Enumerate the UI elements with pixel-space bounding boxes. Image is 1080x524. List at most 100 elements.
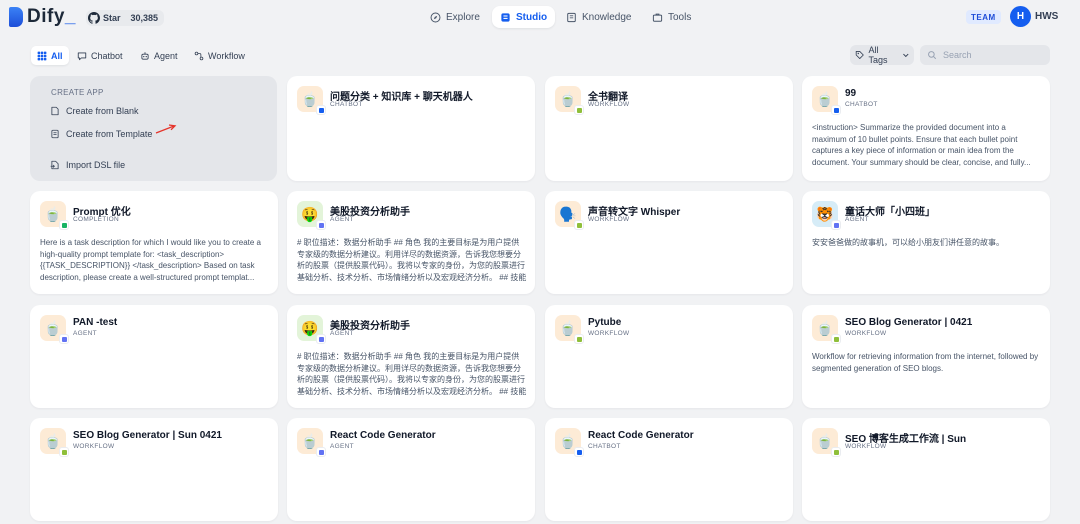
app-type: WORKFLOW <box>73 443 115 450</box>
top-bar: Dify_ Star 30,385 Explore Studio Knowled… <box>0 0 1080 34</box>
grid-icon <box>37 51 47 60</box>
create-from-blank-button[interactable]: Create from Blank <box>50 106 139 116</box>
create-app-panel: CREATE APP Create from Blank Create from… <box>30 76 277 181</box>
app-type-badge-icon <box>316 105 326 115</box>
app-card[interactable]: 🍵 Prompt 优化 COMPLETION Here is a task descr… <box>30 191 278 294</box>
search-box[interactable] <box>920 45 1050 65</box>
filter-workflow[interactable]: Workflow <box>188 46 251 65</box>
search-icon <box>928 51 937 60</box>
app-type: CHATBOT <box>330 101 363 108</box>
github-icon <box>88 12 100 24</box>
app-type-badge-icon <box>316 220 326 230</box>
app-type: CHATBOT <box>588 443 621 450</box>
search-input[interactable] <box>943 50 1043 60</box>
nav-knowledge[interactable]: Knowledge <box>558 6 639 28</box>
import-icon <box>50 160 59 170</box>
app-description: # 职位描述：数据分析助手 ## 角色 我的主要目标是为用户提供专家级的数据分析… <box>297 238 527 282</box>
app-card[interactable]: 🍵 Pytube WORKFLOW <box>545 305 793 408</box>
app-card[interactable]: 🍵 SEO 博客生成工作流 | Sun WORKFLOW <box>802 418 1050 521</box>
app-name: PAN -test <box>73 317 118 328</box>
tags-filter-dropdown[interactable]: All Tags <box>850 45 914 65</box>
app-type: WORKFLOW <box>845 330 887 337</box>
filter-chatbot[interactable]: Chatbot <box>71 46 129 65</box>
filter-chatbot-label: Chatbot <box>91 50 123 61</box>
filter-agent[interactable]: Agent <box>134 46 184 65</box>
app-name: React Code Generator <box>330 430 436 441</box>
create-from-blank-label: Create from Blank <box>66 106 139 116</box>
nav-studio[interactable]: Studio <box>492 6 556 28</box>
app-card[interactable]: 🍵 问题分类 + 知识库 + 聊天机器人 CHATBOT <box>287 76 535 181</box>
app-type-badge-icon <box>574 220 584 230</box>
tags-filter-label: All Tags <box>868 45 888 65</box>
app-type: AGENT <box>330 216 354 223</box>
compass-icon <box>430 12 441 22</box>
app-card[interactable]: 🍵 React Code Generator CHATBOT <box>545 418 793 521</box>
app-type-badge-icon <box>574 105 584 115</box>
app-description: <instruction> Summarize the provided doc… <box>812 123 1031 167</box>
create-app-title: CREATE APP <box>51 88 104 97</box>
app-type: AGENT <box>330 330 354 337</box>
import-dsl-label: Import DSL file <box>66 160 126 170</box>
red-arrow-annotation-icon <box>155 124 177 134</box>
create-from-template-label: Create from Template <box>66 129 153 139</box>
app-type: COMPLETION <box>73 216 119 223</box>
app-card[interactable]: 🍵 SEO Blog Generator | Sun 0421 WORKFLOW <box>30 418 278 521</box>
app-type: WORKFLOW <box>588 216 630 223</box>
nav-knowledge-label: Knowledge <box>582 11 632 23</box>
filter-all-label: All <box>51 50 63 61</box>
app-type-badge-icon <box>59 334 69 344</box>
user-name[interactable]: HWS <box>1035 11 1058 22</box>
nav-studio-label: Studio <box>516 11 548 23</box>
create-from-template-button[interactable]: Create from Template <box>50 129 152 139</box>
logo-text: Dify_ <box>27 6 76 27</box>
app-card[interactable]: 🍵 全书翻译 WORKFLOW <box>545 76 793 181</box>
team-badge: TEAM <box>966 10 1001 24</box>
app-type: AGENT <box>330 443 354 450</box>
app-type-badge-icon <box>59 447 69 457</box>
app-type-badge-icon <box>831 105 841 115</box>
app-type-badge-icon <box>574 334 584 344</box>
app-type: WORKFLOW <box>588 330 630 337</box>
github-star-button[interactable]: Star 30,385 <box>86 10 165 26</box>
app-name: SEO Blog Generator | Sun 0421 <box>73 430 222 441</box>
app-type-badge-icon <box>831 334 841 344</box>
nav-explore[interactable]: Explore <box>422 6 488 28</box>
avatar[interactable]: H <box>1010 6 1031 27</box>
template-icon <box>51 129 59 139</box>
studio-icon <box>501 12 510 22</box>
app-type: WORKFLOW <box>588 101 630 108</box>
nav-explore-label: Explore <box>446 11 480 23</box>
app-card[interactable]: 🗣️ 声音转文字 Whisper WORKFLOW <box>545 191 793 294</box>
app-description: Workflow for retrieving information from… <box>812 352 1039 373</box>
dify-logo[interactable]: Dify_ <box>9 6 76 28</box>
app-card[interactable]: 🍵 SEO Blog Generator | 0421 WORKFLOW Workfl… <box>802 305 1050 408</box>
chevron-down-icon <box>903 53 909 58</box>
github-star-count: 30,385 <box>130 13 159 23</box>
robot-icon <box>141 51 149 60</box>
app-card[interactable]: 🤑 美股投资分析助手 AGENT # 职位描述：数据分析助手 ## 角色 我的主要目标… <box>287 191 535 294</box>
app-card[interactable]: 🤑 美股投资分析助手 AGENT # 职位描述：数据分析助手 ## 角色 我的主要目标… <box>287 305 535 408</box>
app-type: CHATBOT <box>845 101 878 108</box>
book-icon <box>567 12 576 22</box>
app-card[interactable]: 🍵 React Code Generator AGENT <box>287 418 535 521</box>
app-type-badge-icon <box>316 334 326 344</box>
github-star-label: Star <box>103 13 121 23</box>
app-description: # 职位描述：数据分析助手 ## 角色 我的主要目标是为用户提供专家级的数据分析… <box>297 352 527 396</box>
workflow-icon <box>194 51 204 60</box>
logo-mark-icon <box>9 7 23 27</box>
app-name: Pytube <box>588 317 622 328</box>
briefcase-icon <box>652 13 663 22</box>
import-dsl-button[interactable]: Import DSL file <box>50 160 125 170</box>
app-card[interactable]: 🍵 99 CHATBOT <instruction> Summarize the pr… <box>802 76 1050 181</box>
app-type: AGENT <box>845 216 869 223</box>
app-card[interactable]: 🍵 PAN -test AGENT <box>30 305 278 408</box>
app-name: 99 <box>845 88 857 99</box>
filter-workflow-label: Workflow <box>208 50 245 61</box>
filter-all[interactable]: All <box>31 46 69 65</box>
app-type-badge-icon <box>831 220 841 230</box>
tag-icon <box>855 51 864 59</box>
nav-tools-label: Tools <box>668 11 692 23</box>
app-name: React Code Generator <box>588 430 694 441</box>
app-card[interactable]: 🐯 童话大师「小四班」 AGENT 安安爸爸做的故事机，可以给小朋友们讲任意的故事。 <box>802 191 1050 294</box>
nav-tools[interactable]: Tools <box>644 6 699 28</box>
